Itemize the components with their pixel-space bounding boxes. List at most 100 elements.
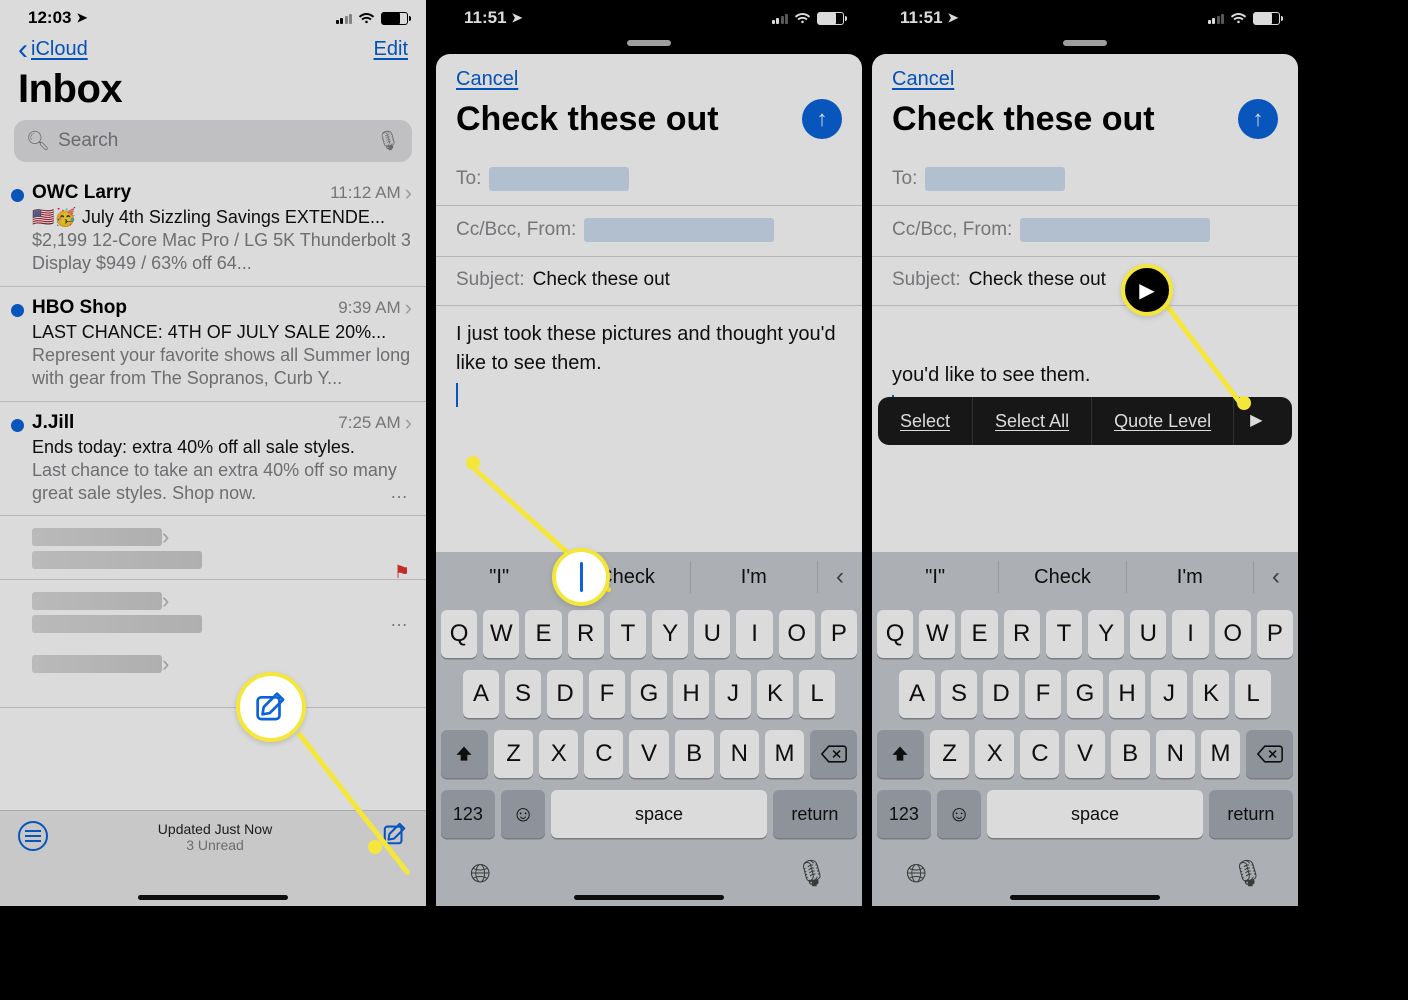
key-B[interactable]: B (675, 730, 714, 778)
key-H[interactable]: H (673, 670, 709, 718)
cc-field[interactable]: Cc/Bcc, From: (872, 206, 1298, 257)
cancel-button[interactable]: Cancel (436, 54, 862, 95)
key-I[interactable]: I (1172, 610, 1208, 658)
message-row-redacted[interactable]: x› x … (0, 580, 426, 643)
message-row-redacted[interactable]: x› x ⚑ (0, 516, 426, 580)
key-Y[interactable]: Y (1088, 610, 1124, 658)
emoji-key[interactable]: ☺ (937, 790, 981, 838)
key-T[interactable]: T (1046, 610, 1082, 658)
key-L[interactable]: L (799, 670, 835, 718)
key-G[interactable]: G (1067, 670, 1103, 718)
space-key[interactable]: space (551, 790, 766, 838)
to-field[interactable]: To: (872, 155, 1298, 206)
key-J[interactable]: J (715, 670, 751, 718)
key-I[interactable]: I (736, 610, 772, 658)
key-D[interactable]: D (983, 670, 1019, 718)
key-J[interactable]: J (1151, 670, 1187, 718)
key-F[interactable]: F (589, 670, 625, 718)
message-row-redacted[interactable]: x› (0, 643, 426, 708)
key-K[interactable]: K (757, 670, 793, 718)
mic-icon[interactable]: 🎙︎ (376, 129, 400, 153)
key-N[interactable]: N (720, 730, 759, 778)
suggestion-collapse[interactable]: ‹ (818, 563, 862, 591)
space-key[interactable]: space (987, 790, 1202, 838)
globe-icon[interactable]: 🌐︎ (906, 858, 927, 890)
return-key[interactable]: return (1209, 790, 1293, 838)
filter-button[interactable] (18, 821, 48, 851)
key-S[interactable]: S (505, 670, 541, 718)
to-field[interactable]: To: (436, 155, 862, 206)
suggestion[interactable]: Check (999, 561, 1126, 593)
menu-quote-level[interactable]: Quote Level (1092, 397, 1234, 445)
key-F[interactable]: F (1025, 670, 1061, 718)
send-button[interactable]: ↑ (802, 99, 842, 139)
cc-field[interactable]: Cc/Bcc, From: (436, 206, 862, 257)
key-K[interactable]: K (1193, 670, 1229, 718)
key-N[interactable]: N (1156, 730, 1195, 778)
subject-field[interactable]: Subject:Check these out (872, 257, 1298, 306)
emoji-key[interactable]: ☺ (501, 790, 545, 838)
numbers-key[interactable]: 123 (877, 790, 931, 838)
key-A[interactable]: A (899, 670, 935, 718)
key-C[interactable]: C (1020, 730, 1059, 778)
key-G[interactable]: G (631, 670, 667, 718)
key-Z[interactable]: Z (930, 730, 969, 778)
key-R[interactable]: R (568, 610, 604, 658)
suggestion[interactable]: I'm (691, 561, 818, 593)
key-O[interactable]: O (779, 610, 815, 658)
message-body[interactable]: I just took these pictures and thought y… (436, 306, 862, 421)
message-row[interactable]: J.Jill7:25 AM› Ends today: extra 40% off… (0, 402, 426, 517)
key-E[interactable]: E (525, 610, 561, 658)
key-P[interactable]: P (821, 610, 857, 658)
key-Y[interactable]: Y (652, 610, 688, 658)
key-E[interactable]: E (961, 610, 997, 658)
delete-key[interactable] (810, 730, 857, 778)
key-Q[interactable]: Q (877, 610, 913, 658)
shift-key[interactable] (441, 730, 488, 778)
key-S[interactable]: S (941, 670, 977, 718)
suggestion-collapse[interactable]: ‹ (1254, 563, 1298, 591)
key-B[interactable]: B (1111, 730, 1150, 778)
sheet-grabber[interactable] (1063, 40, 1107, 46)
key-R[interactable]: R (1004, 610, 1040, 658)
subject-field[interactable]: Subject:Check these out (436, 257, 862, 306)
search-field[interactable]: 🔍︎ Search 🎙︎ (14, 120, 412, 162)
keyboard[interactable]: I Check I'm ‹ QWERTYUIOP ASDFGHJKL ZXCVB… (872, 552, 1298, 906)
key-W[interactable]: W (919, 610, 955, 658)
key-M[interactable]: M (1201, 730, 1240, 778)
suggestion[interactable]: I (872, 561, 999, 593)
sheet-grabber[interactable] (627, 40, 671, 46)
key-P[interactable]: P (1257, 610, 1293, 658)
key-D[interactable]: D (547, 670, 583, 718)
suggestion[interactable]: I'm (1127, 561, 1254, 593)
keyboard[interactable]: I Check I'm ‹ QWERTYUIOP ASDFGHJKL ZXCVB… (436, 552, 862, 906)
delete-key[interactable] (1246, 730, 1293, 778)
suggestion[interactable]: I (436, 561, 563, 593)
return-key[interactable]: return (773, 790, 857, 838)
key-U[interactable]: U (1130, 610, 1166, 658)
key-W[interactable]: W (483, 610, 519, 658)
key-Z[interactable]: Z (494, 730, 533, 778)
key-T[interactable]: T (610, 610, 646, 658)
key-X[interactable]: X (539, 730, 578, 778)
key-A[interactable]: A (463, 670, 499, 718)
cancel-button[interactable]: Cancel (872, 54, 1298, 95)
key-M[interactable]: M (765, 730, 804, 778)
key-X[interactable]: X (975, 730, 1014, 778)
message-row[interactable]: OWC Larry11:12 AM› 🇺🇸🥳 July 4th Sizzling… (0, 172, 426, 287)
home-indicator[interactable] (138, 895, 288, 900)
key-H[interactable]: H (1109, 670, 1145, 718)
message-row[interactable]: HBO Shop9:39 AM› LAST CHANCE: 4TH OF JUL… (0, 287, 426, 402)
key-V[interactable]: V (1065, 730, 1104, 778)
edit-button[interactable]: Edit (374, 38, 408, 61)
dictate-icon[interactable]: 🎙︎ (795, 858, 828, 890)
key-V[interactable]: V (629, 730, 668, 778)
key-L[interactable]: L (1235, 670, 1271, 718)
menu-select-all[interactable]: Select All (973, 397, 1092, 445)
menu-select[interactable]: Select (878, 397, 973, 445)
home-indicator[interactable] (574, 895, 724, 900)
dictate-icon[interactable]: 🎙︎ (1231, 858, 1264, 890)
send-button[interactable]: ↑ (1238, 99, 1278, 139)
key-U[interactable]: U (694, 610, 730, 658)
key-C[interactable]: C (584, 730, 623, 778)
